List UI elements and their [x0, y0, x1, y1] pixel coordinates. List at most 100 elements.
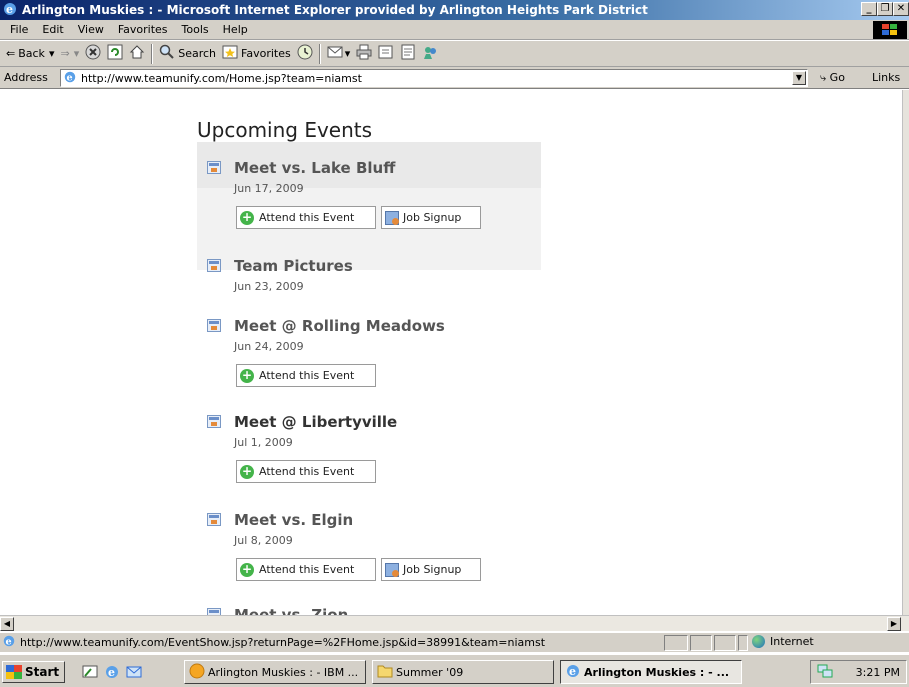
clock[interactable]: 3:21 PM [856, 666, 900, 679]
search-icon [159, 44, 175, 63]
minimize-button[interactable]: _ [861, 2, 877, 16]
start-button[interactable]: Start [2, 661, 65, 683]
folder-icon [377, 664, 393, 681]
menu-bar: File Edit View Favorites Tools Help [0, 20, 909, 40]
taskbar-item-ibm[interactable]: Arlington Muskies : - IBM ... [184, 660, 366, 684]
search-button[interactable]: Search [159, 44, 216, 63]
calendar-icon [207, 319, 221, 332]
back-dropdown-icon[interactable]: ▾ [49, 47, 55, 60]
plus-circle-icon: + [240, 561, 254, 577]
event-title[interactable]: Meet vs. Lake Bluff [234, 159, 395, 177]
refresh-button[interactable] [107, 44, 123, 63]
internet-explorer-icon: e [565, 663, 581, 682]
show-desktop-icon[interactable] [82, 664, 98, 680]
plus-circle-icon: + [240, 463, 254, 479]
favorites-label: Favorites [241, 47, 291, 60]
back-label: Back [18, 47, 45, 60]
scroll-left-icon[interactable]: ◀ [0, 617, 14, 631]
task-label: Summer '09 [396, 665, 464, 679]
favorites-button[interactable]: Favorites [222, 44, 291, 63]
svg-text:e: e [569, 665, 576, 678]
restore-button[interactable]: ❐ [877, 2, 893, 16]
search-label: Search [178, 47, 217, 60]
links-button[interactable]: Links [872, 71, 900, 84]
event-title[interactable]: Meet vs. Elgin [234, 511, 353, 529]
job-signup-icon [385, 210, 399, 225]
event-date: Jul 8, 2009 [234, 534, 293, 547]
edit-button[interactable] [378, 44, 394, 63]
close-button[interactable]: ✕ [893, 2, 909, 16]
taskbar-item-arlington[interactable]: e Arlington Muskies : - ... [560, 660, 742, 684]
event-title[interactable]: Meet @ Rolling Meadows [234, 317, 445, 335]
event-title[interactable]: Meet @ Libertyville [234, 413, 397, 431]
plus-circle-icon: + [240, 367, 254, 383]
go-button[interactable]: ⤷ Go [820, 71, 845, 85]
calendar-icon [207, 415, 221, 428]
attend-event-button[interactable]: + Attend this Event [236, 206, 376, 229]
status-pane [714, 635, 736, 651]
print-button[interactable] [356, 44, 372, 63]
window-titlebar: e Arlington Muskies : - Microsoft Intern… [0, 0, 909, 20]
attend-event-button[interactable]: + Attend this Event [236, 364, 376, 387]
windows-logo-icon [873, 21, 907, 39]
job-signup-icon [385, 562, 399, 577]
zone-label: Internet [770, 635, 814, 648]
menu-help[interactable]: Help [223, 23, 248, 36]
event-date: Jun 23, 2009 [234, 280, 304, 293]
back-button[interactable]: ⇐ Back ▾ [6, 47, 54, 60]
menu-favorites[interactable]: Favorites [118, 23, 168, 36]
job-signup-button[interactable]: Job Signup [381, 558, 481, 581]
internet-explorer-icon: e [2, 1, 18, 20]
outlook-icon[interactable] [126, 664, 142, 680]
attend-label: Attend this Event [259, 465, 355, 478]
menu-tools[interactable]: Tools [182, 23, 209, 36]
internet-explorer-icon[interactable]: e [104, 664, 120, 680]
attend-label: Attend this Event [259, 369, 355, 382]
status-bar: e http://www.teamunify.com/EventShow.jsp… [0, 632, 909, 652]
calendar-icon [207, 608, 221, 615]
vertical-scrollbar[interactable] [902, 90, 909, 615]
attend-event-button[interactable]: + Attend this Event [236, 460, 376, 483]
svg-text:e: e [108, 666, 115, 679]
status-url: http://www.teamunify.com/EventShow.jsp?r… [20, 636, 546, 649]
event-title[interactable]: Meet vs. Zion [234, 606, 348, 615]
mail-dropdown-icon[interactable]: ▾ [345, 47, 351, 60]
menu-edit[interactable]: Edit [42, 23, 63, 36]
address-label: Address [4, 71, 48, 84]
status-page-icon: e [2, 634, 16, 651]
event-title[interactable]: Team Pictures [234, 257, 353, 275]
forward-dropdown-icon[interactable]: ▾ [74, 47, 80, 60]
attend-event-button[interactable]: + Attend this Event [236, 558, 376, 581]
svg-text:e: e [6, 3, 13, 16]
horizontal-scrollbar[interactable]: ◀ ▶ [0, 615, 909, 631]
home-button[interactable] [129, 44, 145, 63]
status-pane [738, 635, 748, 651]
address-dropdown-icon[interactable]: ▼ [792, 71, 806, 85]
stop-button[interactable] [85, 44, 101, 63]
windows-flag-icon [6, 665, 22, 679]
history-button[interactable] [297, 44, 313, 63]
task-label: Arlington Muskies : - IBM ... [208, 665, 359, 679]
menu-view[interactable]: View [78, 23, 104, 36]
system-tray: 3:21 PM [810, 660, 907, 684]
back-arrow-icon: ⇐ [6, 47, 16, 60]
mail-button[interactable]: ▾ [327, 44, 351, 63]
document-icon [400, 44, 416, 63]
job-signup-button[interactable]: Job Signup [381, 206, 481, 229]
history-icon [297, 44, 313, 63]
network-icon[interactable] [817, 663, 833, 682]
address-input[interactable]: e http://www.teamunify.com/Home.jsp?team… [60, 69, 808, 87]
taskbar: Start e Arlington Muskies : - IBM ... Su… [0, 654, 909, 687]
status-pane [664, 635, 688, 651]
menu-file[interactable]: File [10, 23, 28, 36]
forward-button[interactable]: ⇒ ▾ [60, 47, 79, 60]
scroll-right-icon[interactable]: ▶ [887, 617, 901, 631]
event-date: Jun 17, 2009 [234, 182, 304, 195]
calendar-icon [207, 259, 221, 272]
discuss-button[interactable] [400, 44, 416, 63]
task-label: Arlington Muskies : - ... [584, 665, 730, 679]
taskbar-item-summer[interactable]: Summer '09 [372, 660, 554, 684]
messenger-button[interactable] [422, 44, 438, 63]
attend-label: Attend this Event [259, 211, 355, 224]
svg-text:e: e [67, 72, 73, 83]
